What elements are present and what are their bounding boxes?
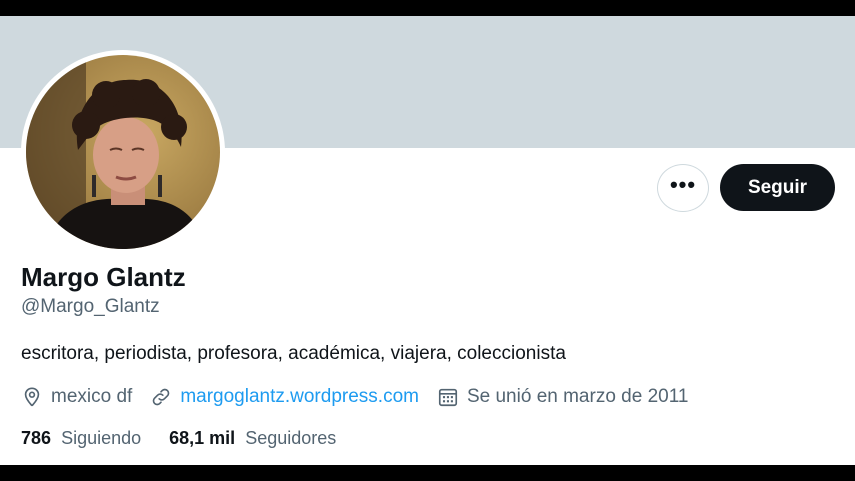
profile-name: Margo Glantz — [21, 262, 186, 292]
profile-stats: 786 Siguiendo 68,1 mil Seguidores — [21, 428, 364, 449]
joined-item: Se unió en marzo de 2011 — [437, 386, 688, 408]
website-item: margoglantz.wordpress.com — [150, 386, 419, 408]
joined-text: Se unió en marzo de 2011 — [466, 386, 689, 407]
link-icon — [153, 388, 170, 406]
follow-button-label: Seguir — [747, 176, 808, 198]
location-text: mexico df — [51, 386, 133, 407]
more-options-icon: ••• — [669, 172, 697, 197]
followers-label: Seguidores — [245, 428, 337, 448]
following-stat[interactable]: 786 Siguiendo — [21, 428, 141, 449]
profile-meta: mexico df margoglantz.wordpress.com Se u… — [21, 383, 706, 411]
location-item: mexico df — [21, 386, 132, 408]
followers-stat[interactable]: 68,1 mil Seguidores — [169, 428, 336, 449]
follow-button[interactable]: Seguir — [720, 164, 835, 211]
following-count: 786 — [21, 428, 52, 448]
avatar[interactable] — [21, 50, 225, 254]
calendar-icon — [438, 388, 458, 407]
profile-card: ••• Seguir Margo Glantz @Margo_Glantz es… — [0, 16, 855, 465]
avatar-photo — [26, 55, 220, 249]
followers-count: 68,1 mil — [169, 428, 236, 448]
website-link[interactable]: margoglantz.wordpress.com — [180, 386, 419, 408]
profile-bio: escritora, periodista, profesora, académ… — [21, 343, 566, 364]
location-pin-icon — [24, 387, 40, 407]
more-options-button[interactable]: ••• — [657, 164, 709, 212]
following-label: Siguiendo — [61, 428, 142, 448]
profile-handle: @Margo_Glantz — [21, 296, 160, 317]
